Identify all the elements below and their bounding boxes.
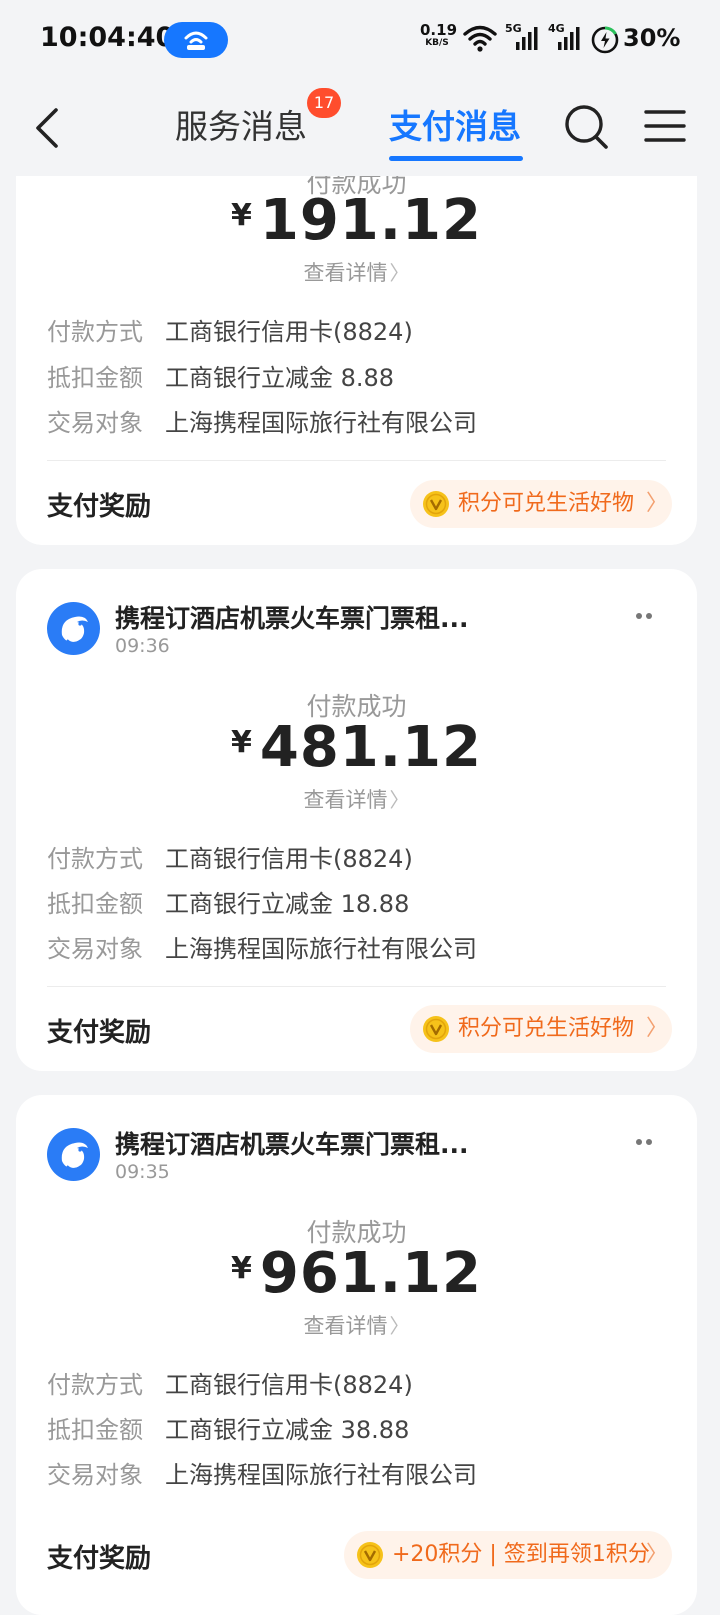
info-value: 工商银行立减金 38.88 — [165, 1416, 410, 1444]
payment-amount: ¥191.12 — [16, 188, 697, 253]
net-speed-value: 0.19 — [420, 21, 458, 39]
more-dots-icon[interactable] — [634, 611, 654, 621]
view-details-label: 查看详情 — [303, 788, 388, 812]
reward-label: 支付奖励 — [47, 492, 152, 522]
info-row-counterparty: 交易对象 上海携程国际旅行社有限公司 — [47, 1455, 477, 1490]
reward-pill[interactable]: 积分可兑生活好物 〉 — [410, 480, 672, 528]
reward-text: +20积分 | 签到再领1积分 — [392, 1542, 650, 1567]
tab-payment-messages[interactable]: 支付消息 — [389, 100, 521, 148]
info-label: 付款方式 — [47, 1371, 143, 1399]
ctrip-dolphin-icon — [47, 1128, 100, 1181]
message-time: 09:36 — [115, 635, 170, 657]
nav-bar: 服务消息 17 支付消息 — [0, 80, 720, 176]
amount-value: 961.12 — [259, 1241, 482, 1306]
back-arrow-icon[interactable] — [32, 106, 62, 150]
sender-name: 携程订酒店机票火车票门票租... — [115, 604, 469, 633]
reward-text: 积分可兑生活好物 — [458, 1016, 635, 1041]
payment-amount: ¥961.12 — [16, 1241, 697, 1306]
info-row-deduction: 抵扣金额 工商银行立减金 38.88 — [47, 1410, 409, 1445]
info-row-payment-method: 付款方式 工商银行信用卡(8824) — [47, 839, 413, 874]
info-row-payment-method: 付款方式 工商银行信用卡(8824) — [47, 1365, 413, 1400]
status-time: 10:04:40 — [40, 22, 175, 53]
info-value: 上海携程国际旅行社有限公司 — [165, 409, 477, 437]
info-value: 上海携程国际旅行社有限公司 — [165, 935, 477, 963]
signal-icon — [558, 27, 580, 50]
info-value: 工商银行信用卡(8824) — [165, 845, 413, 873]
info-label: 交易对象 — [47, 935, 143, 963]
chevron-right-icon: 〉 — [646, 1542, 669, 1567]
reward-pill[interactable]: 积分可兑生活好物 〉 — [410, 1005, 672, 1053]
battery-icon — [591, 26, 619, 54]
info-value: 工商银行信用卡(8824) — [165, 318, 413, 346]
info-label: 付款方式 — [47, 845, 143, 873]
info-label: 抵扣金额 — [47, 364, 143, 392]
signal-icon — [516, 27, 538, 50]
points-coin-icon — [423, 1016, 449, 1042]
info-value: 工商银行信用卡(8824) — [165, 1371, 413, 1399]
info-label: 交易对象 — [47, 409, 143, 437]
payment-card[interactable]: 携程订酒店机票火车票门票租... 09:35 付款成功 ¥961.12 查看详情… — [16, 1095, 697, 1615]
view-details-label: 查看详情 — [303, 1314, 388, 1338]
amount-value: 481.12 — [259, 715, 482, 780]
more-dots-icon[interactable] — [634, 1137, 654, 1147]
info-label: 付款方式 — [47, 318, 143, 346]
wifi-icon — [463, 25, 497, 52]
view-details-link[interactable]: 查看详情〉 — [16, 1310, 697, 1340]
chevron-right-icon: 〉 — [646, 491, 669, 516]
info-row-counterparty: 交易对象 上海携程国际旅行社有限公司 — [47, 403, 477, 438]
view-details-link[interactable]: 查看详情〉 — [16, 784, 697, 814]
info-row-deduction: 抵扣金额 工商银行立减金 18.88 — [47, 884, 409, 919]
unread-badge: 17 — [307, 88, 341, 118]
chevron-right-icon: 〉 — [389, 261, 410, 285]
active-tab-indicator — [389, 156, 523, 161]
hotspot-icon[interactable] — [164, 22, 228, 58]
reward-label: 支付奖励 — [47, 1544, 152, 1574]
currency-symbol: ¥ — [231, 1251, 252, 1286]
search-icon[interactable] — [563, 102, 609, 152]
battery-percent: 30% — [623, 24, 681, 52]
info-label: 抵扣金额 — [47, 1416, 143, 1444]
info-value: 上海携程国际旅行社有限公司 — [165, 1461, 477, 1489]
info-value: 工商银行立减金 8.88 — [165, 364, 395, 392]
view-details-link[interactable]: 查看详情〉 — [16, 257, 697, 287]
menu-icon[interactable] — [644, 108, 686, 144]
payment-card[interactable]: 付款成功 ¥191.12 查看详情〉 付款方式 工商银行信用卡(8824) 抵扣金… — [16, 176, 697, 545]
points-coin-icon — [357, 1542, 383, 1568]
payment-card[interactable]: 携程订酒店机票火车票门票租... 09:36 付款成功 ¥481.12 查看详情… — [16, 569, 697, 1071]
net-speed: 0.19 KB/S — [420, 21, 458, 50]
info-label: 交易对象 — [47, 1461, 143, 1489]
points-coin-icon — [423, 491, 449, 517]
tab-service-messages[interactable]: 服务消息 — [175, 100, 307, 148]
ctrip-dolphin-icon — [47, 602, 100, 655]
reward-label: 支付奖励 — [47, 1018, 152, 1048]
chevron-right-icon: 〉 — [389, 788, 410, 812]
divider — [47, 986, 666, 987]
currency-symbol: ¥ — [231, 198, 252, 233]
info-row-counterparty: 交易对象 上海携程国际旅行社有限公司 — [47, 929, 477, 964]
sender-name: 携程订酒店机票火车票门票租... — [115, 1130, 469, 1159]
message-time: 09:35 — [115, 1161, 170, 1183]
info-row-payment-method: 付款方式 工商银行信用卡(8824) — [47, 312, 413, 347]
chevron-right-icon: 〉 — [389, 1314, 410, 1338]
reward-pill[interactable]: +20积分 | 签到再领1积分 〉 — [344, 1531, 672, 1579]
chevron-right-icon: 〉 — [646, 1016, 669, 1041]
payment-amount: ¥481.12 — [16, 715, 697, 780]
amount-value: 191.12 — [259, 188, 482, 253]
info-label: 抵扣金额 — [47, 890, 143, 918]
divider — [47, 460, 666, 461]
info-value: 工商银行立减金 18.88 — [165, 890, 410, 918]
info-row-deduction: 抵扣金额 工商银行立减金 8.88 — [47, 358, 394, 393]
currency-symbol: ¥ — [231, 725, 252, 760]
reward-text: 积分可兑生活好物 — [458, 491, 635, 516]
status-bar: 10:04:40 0.19 KB/S 5G 4G 30% — [0, 0, 720, 80]
view-details-label: 查看详情 — [303, 261, 388, 285]
